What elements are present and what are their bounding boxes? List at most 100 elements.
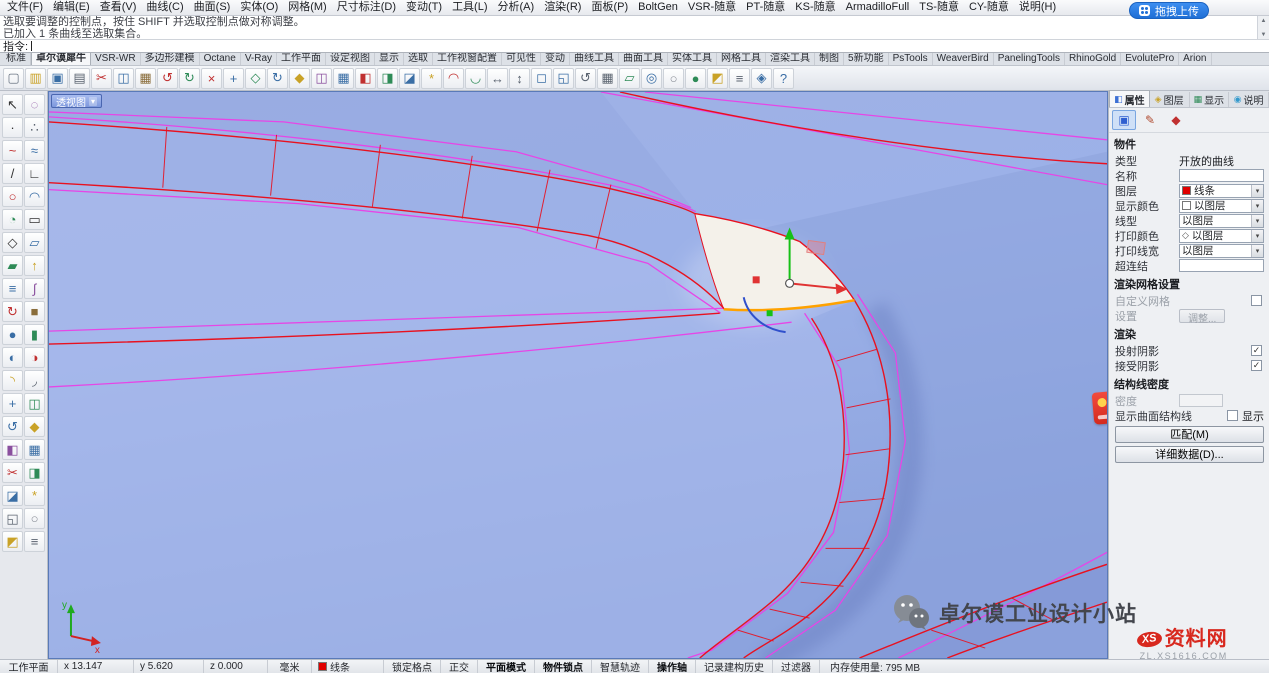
- help-icon[interactable]: ?: [773, 68, 794, 89]
- chevron-down-icon[interactable]: ▾: [1251, 230, 1263, 242]
- toolbar-tab[interactable]: 网格工具: [717, 53, 766, 65]
- chevron-down-icon[interactable]: ▾: [1251, 215, 1263, 227]
- toolbar-tab[interactable]: 显示: [375, 53, 404, 65]
- print-color-dropdown[interactable]: ◇ 以图层 ▾: [1179, 229, 1264, 243]
- menu-item[interactable]: KS-随意: [790, 0, 840, 15]
- explode-icon[interactable]: *: [421, 68, 442, 89]
- viewport-perspective[interactable]: y x 透视图 ▾: [48, 91, 1108, 659]
- menu-item[interactable]: PT-随意: [741, 0, 790, 15]
- menu-item[interactable]: 工具(L): [447, 0, 492, 15]
- command-input[interactable]: 指令:: [0, 40, 1269, 53]
- mirror-icon[interactable]: ◫: [311, 68, 332, 89]
- move-object-icon[interactable]: +: [2, 393, 23, 414]
- drag-upload-button[interactable]: 拖拽上传: [1129, 2, 1209, 19]
- cplane-menu-button[interactable]: 工作平面: [0, 660, 58, 673]
- toolbar-tab[interactable]: WeaverBird: [933, 53, 994, 65]
- mapping-page-icon[interactable]: ◆: [1164, 110, 1188, 130]
- select-icon[interactable]: ↖: [2, 94, 23, 115]
- toolbar-tab[interactable]: EvolutePro: [1121, 53, 1179, 65]
- mirror-object-icon[interactable]: ◧: [2, 439, 23, 460]
- display-color-dropdown[interactable]: 以图层 ▾: [1179, 199, 1264, 213]
- toolbar-tab[interactable]: V-Ray: [241, 53, 277, 65]
- menu-item[interactable]: 渲染(R): [539, 0, 586, 15]
- circle-icon[interactable]: ○: [2, 186, 23, 207]
- toolbar-tab[interactable]: Arion: [1179, 53, 1211, 65]
- scroll-up-icon[interactable]: ▲: [1261, 18, 1267, 24]
- copy-object-icon[interactable]: ◫: [24, 393, 45, 414]
- menu-item[interactable]: 曲面(S): [189, 0, 236, 15]
- menu-item[interactable]: VSR-随意: [683, 0, 741, 15]
- toolbar-tab[interactable]: 变动: [541, 53, 570, 65]
- object-page-icon[interactable]: ▣: [1112, 110, 1136, 130]
- hyperlink-input[interactable]: [1179, 259, 1264, 272]
- toolbar-tab[interactable]: 卓尔谟犀牛: [31, 53, 91, 65]
- toolbar-tab[interactable]: 实体工具: [668, 53, 717, 65]
- tab-properties[interactable]: ◧ 属性: [1109, 90, 1150, 107]
- toolbar-tab[interactable]: 标准: [2, 53, 31, 65]
- scale-icon[interactable]: ◆: [289, 68, 310, 89]
- rotate-icon[interactable]: ↻: [267, 68, 288, 89]
- join-tool-icon[interactable]: ◪: [2, 485, 23, 506]
- menu-item[interactable]: 网格(M): [283, 0, 332, 15]
- details-button[interactable]: 详细数据(D)...: [1115, 446, 1264, 463]
- status-toggle[interactable]: 过滤器: [773, 660, 820, 673]
- trim-icon[interactable]: ◧: [355, 68, 376, 89]
- cylinder-icon[interactable]: ▮: [24, 324, 45, 345]
- status-toggle[interactable]: 正交: [441, 660, 478, 673]
- move-icon[interactable]: +: [223, 68, 244, 89]
- status-toggle[interactable]: 记录建构历史: [696, 660, 773, 673]
- menu-item[interactable]: 尺寸标注(D): [332, 0, 401, 15]
- toolbar-tab[interactable]: VSR-WR: [91, 53, 141, 65]
- loft-icon[interactable]: ≡: [2, 278, 23, 299]
- layer-tool-icon[interactable]: ≡: [24, 531, 45, 552]
- boolean-union-icon[interactable]: ◐: [2, 347, 23, 368]
- menu-item[interactable]: 文件(F): [2, 0, 48, 15]
- scroll-down-icon[interactable]: ▼: [1261, 32, 1267, 38]
- menu-item[interactable]: BoltGen: [633, 0, 683, 15]
- copy-icon[interactable]: ◫: [113, 68, 134, 89]
- sphere-icon[interactable]: ●: [2, 324, 23, 345]
- paste-icon[interactable]: ▦: [135, 68, 156, 89]
- print-icon[interactable]: ▤: [69, 68, 90, 89]
- line-icon[interactable]: /: [2, 163, 23, 184]
- tab-help[interactable]: ◉ 说明: [1229, 92, 1269, 107]
- density-input[interactable]: [1179, 394, 1223, 407]
- gumball-plane-handle[interactable]: [807, 240, 825, 254]
- fillet-icon[interactable]: ◠: [443, 68, 464, 89]
- scale-object-icon[interactable]: ◆: [24, 416, 45, 437]
- viewport-title-tab[interactable]: 透视图 ▾: [51, 94, 102, 108]
- point-cloud-icon[interactable]: ∴: [24, 117, 45, 138]
- tab-layers[interactable]: ◈ 图层: [1150, 92, 1190, 107]
- split-tool-icon[interactable]: ◨: [24, 462, 45, 483]
- menu-item[interactable]: 实体(O): [235, 0, 283, 15]
- toolbar-tab[interactable]: RhinoGold: [1065, 53, 1121, 65]
- toolbar-tab[interactable]: PanelingTools: [994, 53, 1065, 65]
- material-page-icon[interactable]: ✎: [1138, 110, 1162, 130]
- point-icon[interactable]: ·: [2, 117, 23, 138]
- toolbar-tab[interactable]: 制图: [815, 53, 844, 65]
- polyline-icon[interactable]: ∟: [24, 163, 45, 184]
- select-brush-icon[interactable]: ◌: [24, 94, 45, 115]
- extend-icon[interactable]: ↔: [487, 68, 508, 89]
- mesh-adjust-button[interactable]: 调整...: [1179, 309, 1225, 323]
- split-icon[interactable]: ◨: [377, 68, 398, 89]
- status-toggle[interactable]: 智慧轨迹: [592, 660, 649, 673]
- show-icon[interactable]: ●: [685, 68, 706, 89]
- offset-icon[interactable]: ◡: [465, 68, 486, 89]
- toolbar-tab[interactable]: 工作平面: [277, 53, 326, 65]
- print-width-dropdown[interactable]: 以图层 ▾: [1179, 244, 1264, 258]
- cut-icon[interactable]: ✂: [91, 68, 112, 89]
- revolve-icon[interactable]: ↻: [2, 301, 23, 322]
- pan-view-icon[interactable]: ↕: [509, 68, 530, 89]
- control-curve-icon[interactable]: ≈: [24, 140, 45, 161]
- layers-icon[interactable]: ≡: [729, 68, 750, 89]
- array-icon[interactable]: ▦: [333, 68, 354, 89]
- toolbar-tab[interactable]: 工作视窗配置: [433, 53, 502, 65]
- status-toggle[interactable]: 平面模式: [478, 660, 535, 673]
- show-isocurve-checkbox[interactable]: [1227, 410, 1238, 421]
- save-icon[interactable]: ▣: [47, 68, 68, 89]
- boolean-difference-icon[interactable]: ◑: [24, 347, 45, 368]
- undo-icon[interactable]: ↺: [157, 68, 178, 89]
- toolbar-tab[interactable]: 曲面工具: [619, 53, 668, 65]
- menu-item[interactable]: 曲线(C): [141, 0, 188, 15]
